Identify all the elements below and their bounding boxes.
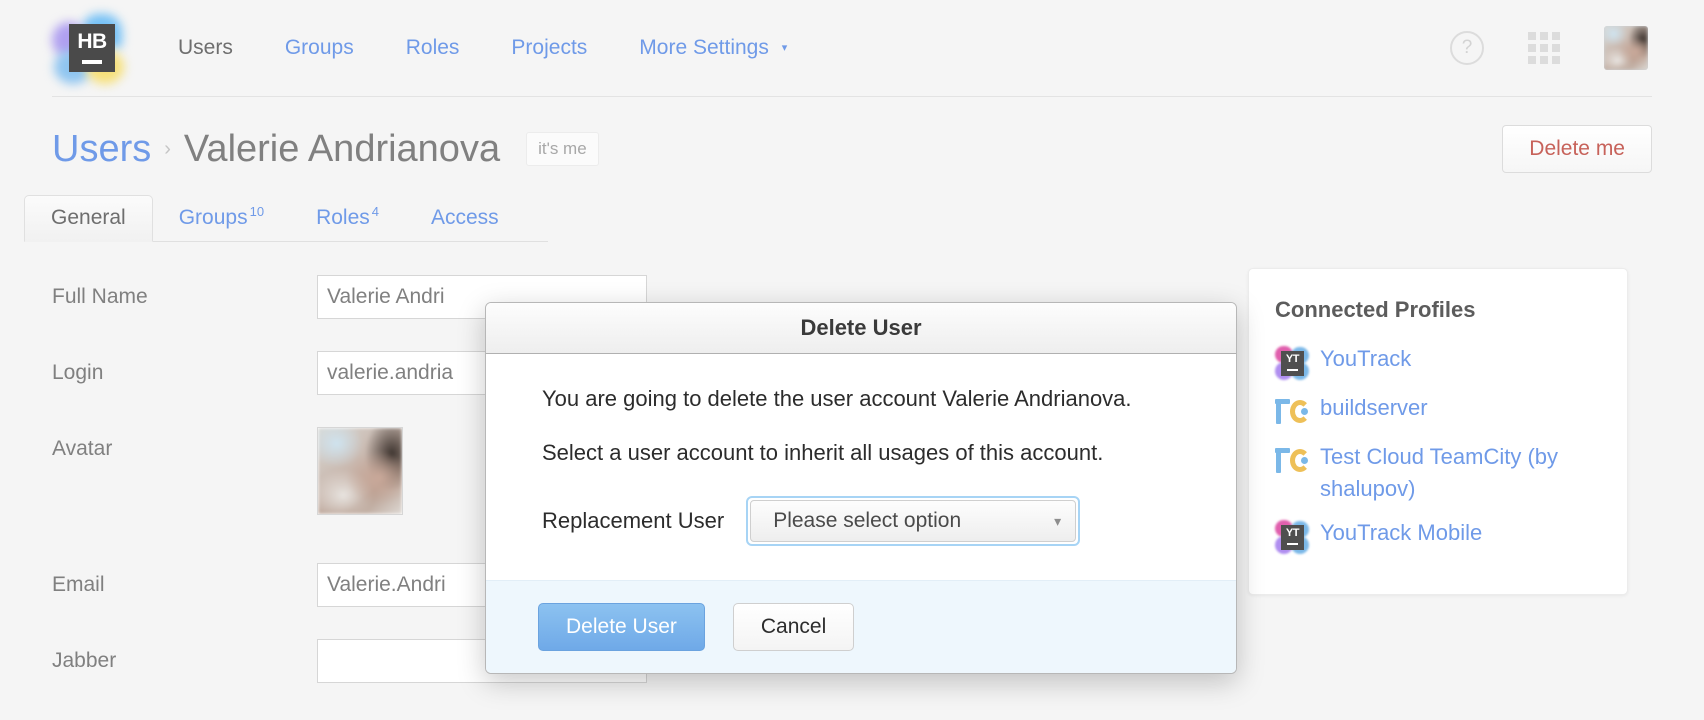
profile-item-youtrack-mobile[interactable]: YT YouTrack Mobile: [1275, 519, 1601, 554]
profile-item-test-cloud-teamcity[interactable]: Test Cloud TeamCity (by shalupov): [1275, 443, 1601, 505]
grid-dot: [1552, 56, 1560, 64]
nav-item-projects[interactable]: Projects: [485, 36, 613, 60]
profile-item-youtrack-mobile-label: YouTrack Mobile: [1320, 519, 1483, 545]
youtrack-dash: [1287, 369, 1298, 371]
nav-item-groups-label: Groups: [284, 36, 354, 59]
dialog-title: Delete User: [486, 303, 1236, 354]
dialog-message-line-1: You are going to delete the user account…: [542, 386, 1132, 411]
hub-logo[interactable]: HB: [52, 12, 124, 84]
tab-access-label: Access: [431, 206, 499, 229]
grid-dot: [1528, 56, 1536, 64]
nav-item-roles[interactable]: Roles: [380, 36, 486, 60]
top-nav-actions: ?: [1450, 26, 1652, 70]
page-title: Valerie Andrianova: [183, 127, 501, 170]
profile-item-test-cloud-teamcity-label: Test Cloud TeamCity (by shalupov): [1320, 444, 1559, 501]
chevron-down-icon: ▾: [1054, 512, 1062, 529]
breadcrumb-users-link[interactable]: Users: [52, 128, 151, 171]
dialog-message-line-2: Select a user account to inherit all usa…: [542, 440, 1104, 465]
tab-general-label: General: [51, 206, 126, 229]
its-me-badge: it's me: [526, 132, 599, 166]
replacement-user-label: Replacement User: [542, 508, 725, 533]
nav-item-more-settings-label: More Settings: [639, 36, 769, 59]
logo-text: HB: [77, 30, 107, 53]
chevron-down-icon: ▾: [781, 42, 788, 54]
jabber-label: Jabber: [52, 649, 117, 672]
delete-user-dialog: Delete User You are going to delete the …: [485, 302, 1237, 674]
cancel-button[interactable]: Cancel: [732, 603, 855, 651]
profile-item-youtrack-label: YouTrack: [1320, 346, 1412, 371]
logo-dash: [82, 60, 102, 64]
nav-item-users-label: Users: [178, 36, 233, 59]
delete-me-button[interactable]: Delete me: [1502, 125, 1652, 173]
youtrack-icon-text: YT: [1285, 353, 1300, 365]
replacement-user-field-row: Replacement User Please select option ▾: [542, 496, 1180, 546]
profile-item-buildserver-label: buildserver: [1320, 395, 1428, 420]
top-navigation-inner: HB Users Groups Roles Projects More Sett…: [52, 0, 1652, 97]
profile-item-buildserver[interactable]: buildserver: [1275, 394, 1601, 429]
tab-groups-count: 10: [249, 204, 265, 219]
youtrack-icon: YT: [1275, 346, 1309, 380]
teamcity-c-dot: [1301, 457, 1308, 464]
tab-access[interactable]: Access: [405, 196, 525, 241]
tab-general[interactable]: General: [24, 195, 153, 242]
breadcrumb-separator-icon: ›: [164, 137, 171, 160]
user-detail-tabs: General Groups 10 Roles 4 Access: [24, 194, 548, 242]
tab-roles-count: 4: [371, 204, 379, 219]
main-nav: Users Groups Roles Projects More Setting…: [152, 36, 813, 60]
grid-dot: [1540, 56, 1548, 64]
grid-dot: [1552, 32, 1560, 40]
youtrack-plate: YT: [1281, 351, 1304, 376]
connected-profiles-panel: Connected Profiles YT YouTrack buildserv…: [1248, 268, 1628, 595]
avatar-label: Avatar: [52, 437, 113, 460]
youtrack-dash: [1287, 542, 1298, 545]
tab-roles[interactable]: Roles 4: [290, 194, 405, 241]
teamcity-t-stem: [1276, 448, 1281, 473]
replacement-user-select-value: Please select option: [773, 509, 962, 532]
grid-dot: [1540, 44, 1548, 52]
user-avatar[interactable]: [1604, 26, 1648, 70]
avatar-thumbnail[interactable]: [317, 427, 403, 515]
nav-item-users[interactable]: Users: [152, 36, 259, 60]
grid-dot: [1540, 32, 1548, 40]
youtrack-icon: YT: [1275, 519, 1309, 554]
youtrack-icon-text: YT: [1285, 526, 1300, 539]
teamcity-icon: [1275, 395, 1310, 429]
teamcity-t-stem: [1276, 399, 1281, 424]
page-header: Users › Valerie Andrianova it's me Delet…: [52, 118, 1652, 180]
grid-dot: [1552, 44, 1560, 52]
email-label: Email: [52, 573, 105, 596]
replacement-user-select[interactable]: Please select option ▾: [750, 500, 1077, 542]
nav-item-projects-label: Projects: [511, 36, 588, 59]
teamcity-c-dot: [1301, 408, 1308, 415]
profile-item-youtrack[interactable]: YT YouTrack: [1275, 345, 1601, 380]
dialog-footer: Delete User Cancel: [486, 580, 1236, 673]
nav-item-more-settings[interactable]: More Settings ▾: [613, 36, 813, 60]
nav-item-groups[interactable]: Groups: [259, 36, 380, 60]
help-icon-glyph: ?: [1461, 37, 1473, 58]
teamcity-icon: [1275, 444, 1310, 478]
logo-plate: HB: [69, 24, 115, 72]
replacement-user-select-focus-ring: Please select option ▾: [746, 496, 1081, 546]
avatar-thumbnail-image: [318, 428, 402, 514]
grid-dot: [1528, 32, 1536, 40]
tab-groups-label: Groups: [178, 206, 248, 229]
youtrack-plate: YT: [1281, 524, 1304, 550]
help-icon[interactable]: ?: [1450, 31, 1484, 65]
connected-profiles-title: Connected Profiles: [1275, 297, 1476, 322]
confirm-delete-user-button[interactable]: Delete User: [538, 603, 705, 651]
dialog-body: You are going to delete the user account…: [486, 354, 1236, 580]
user-avatar-image: [1604, 26, 1648, 70]
login-label: Login: [52, 361, 104, 384]
tab-roles-label: Roles: [316, 206, 370, 229]
grid-dot: [1528, 44, 1536, 52]
nav-item-roles-label: Roles: [405, 36, 460, 59]
top-navigation-bar: HB Users Groups Roles Projects More Sett…: [0, 0, 1704, 97]
services-grid-icon[interactable]: [1528, 32, 1560, 64]
tab-groups[interactable]: Groups 10: [153, 194, 290, 241]
full-name-label: Full Name: [52, 285, 148, 308]
